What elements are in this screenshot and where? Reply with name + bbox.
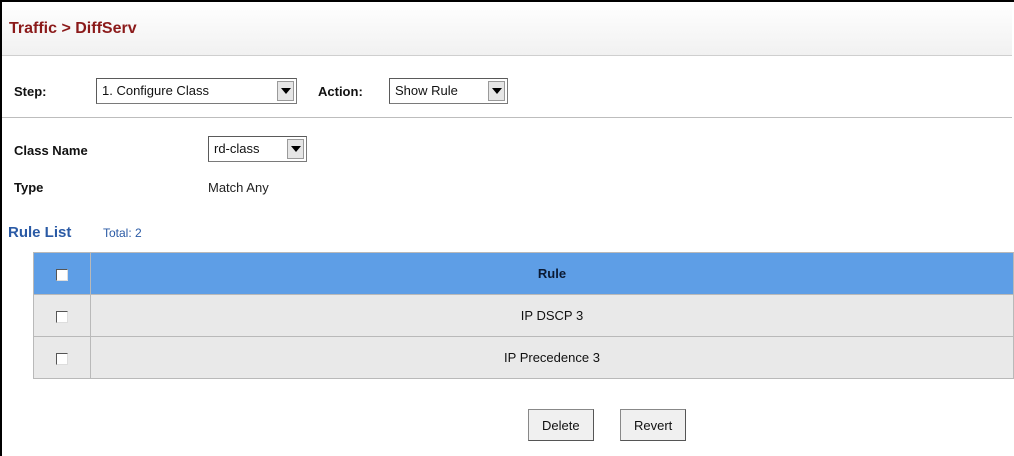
rule-cell: IP Precedence 3 <box>90 336 1014 379</box>
rule-list-total: Total: 2 <box>103 226 142 240</box>
action-select[interactable]: Show Rule <box>389 78 508 104</box>
class-name-select[interactable]: rd-class <box>208 136 307 162</box>
rule-column-header: Rule <box>90 252 1014 295</box>
table-row: IP DSCP 3 <box>33 294 1014 337</box>
revert-button[interactable]: Revert <box>620 409 687 441</box>
rule-list-title: Rule List <box>8 224 72 241</box>
page-title: Traffic > DiffServ <box>9 20 137 37</box>
class-name-value: rd-class <box>214 141 260 156</box>
step-select[interactable]: 1. Configure Class <box>96 78 297 104</box>
row-checkbox-cell <box>33 336 91 379</box>
step-select-value: 1. Configure Class <box>102 83 209 98</box>
rule-cell: IP DSCP 3 <box>90 294 1014 337</box>
chevron-down-icon[interactable] <box>287 139 304 159</box>
class-name-label: Class Name <box>14 143 88 158</box>
rule-table: Rule IP DSCP 3 IP Precedence 3 <box>33 252 1014 379</box>
action-select-value: Show Rule <box>395 83 458 98</box>
type-value: Match Any <box>208 180 269 195</box>
step-action-bar: Step: 1. Configure Class Action: Show Ru… <box>2 66 1012 118</box>
chevron-down-icon[interactable] <box>277 81 294 101</box>
row-checkbox[interactable] <box>56 352 68 365</box>
action-label: Action: <box>318 84 363 99</box>
chevron-down-icon[interactable] <box>488 81 505 101</box>
type-label: Type <box>14 180 44 195</box>
table-row: IP Precedence 3 <box>33 336 1014 379</box>
title-bar: Traffic > DiffServ <box>2 2 1012 56</box>
delete-button[interactable]: Delete <box>528 409 594 441</box>
select-all-checkbox[interactable] <box>56 268 68 281</box>
select-all-cell <box>33 252 91 295</box>
row-checkbox-cell <box>33 294 91 337</box>
row-checkbox[interactable] <box>56 310 68 323</box>
table-header-row: Rule <box>33 252 1014 295</box>
step-label: Step: <box>14 84 47 99</box>
